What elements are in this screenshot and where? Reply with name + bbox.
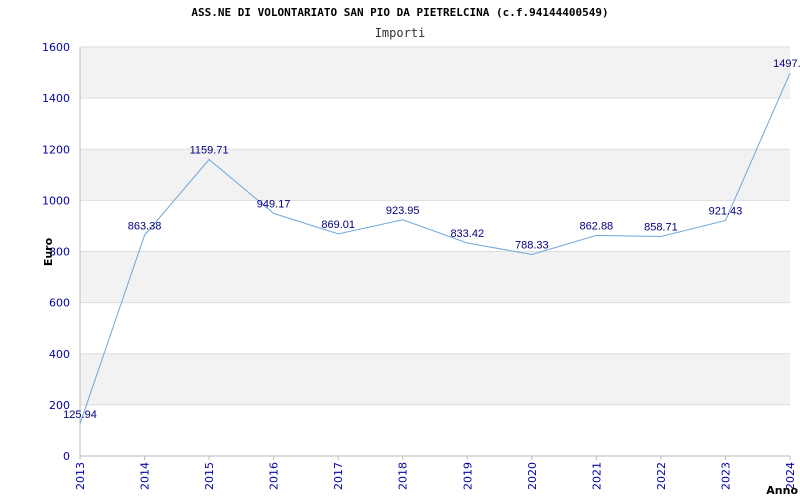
- grid-band: [80, 47, 790, 99]
- y-tick-label: 1000: [42, 194, 70, 207]
- data-label: 858.71: [644, 221, 678, 233]
- x-tick-label: 2022: [655, 462, 668, 490]
- x-tick-label: 2013: [74, 462, 87, 490]
- data-label: 125.94: [63, 409, 97, 421]
- data-label: 949.17: [257, 198, 291, 210]
- data-label: 833.42: [450, 228, 484, 240]
- grid-band: [80, 98, 790, 150]
- grid-band: [80, 404, 790, 456]
- y-tick-label: 0: [63, 450, 70, 463]
- y-tick-label: 1600: [42, 41, 70, 54]
- y-tick-label: 400: [49, 348, 70, 361]
- grid-band: [80, 302, 790, 354]
- data-label: 862.88: [580, 220, 614, 232]
- line-chart: 02004006008001000120014001600 2013 2014 20…: [42, 41, 800, 497]
- grid-band: [80, 353, 790, 405]
- x-axis-label: Anno: [766, 484, 798, 497]
- grid-band: [80, 149, 790, 201]
- y-tick-label: 1400: [42, 92, 70, 105]
- data-label: 863.38: [128, 220, 162, 232]
- x-tick-label: 2020: [526, 462, 539, 490]
- y-axis-label: Euro: [42, 237, 55, 266]
- x-tick-labels: 2013 2014 2015 2016 2017 2018 2019 2020 2021 2022…: [74, 456, 797, 490]
- x-tick-label: 2017: [332, 462, 345, 490]
- data-label: 788.33: [515, 239, 549, 251]
- x-tick-label: 2023: [719, 462, 732, 490]
- y-tick-label: 1200: [42, 143, 70, 156]
- data-label: 1159.71: [190, 145, 229, 157]
- data-label: 1497.9: [773, 58, 800, 70]
- y-tick-label: 600: [49, 297, 70, 310]
- data-label: 923.95: [386, 205, 420, 217]
- x-tick-label: 2018: [397, 462, 410, 490]
- x-tick-label: 2016: [268, 462, 281, 490]
- x-tick-label: 2021: [590, 462, 603, 490]
- x-tick-label: 2019: [461, 462, 474, 490]
- grid-band: [80, 251, 790, 303]
- grid-band: [80, 200, 790, 252]
- x-tick-label: 2015: [203, 462, 216, 490]
- x-tick-label: 2014: [139, 462, 152, 490]
- data-label: 869.01: [321, 219, 355, 231]
- data-label: 921.43: [709, 205, 743, 217]
